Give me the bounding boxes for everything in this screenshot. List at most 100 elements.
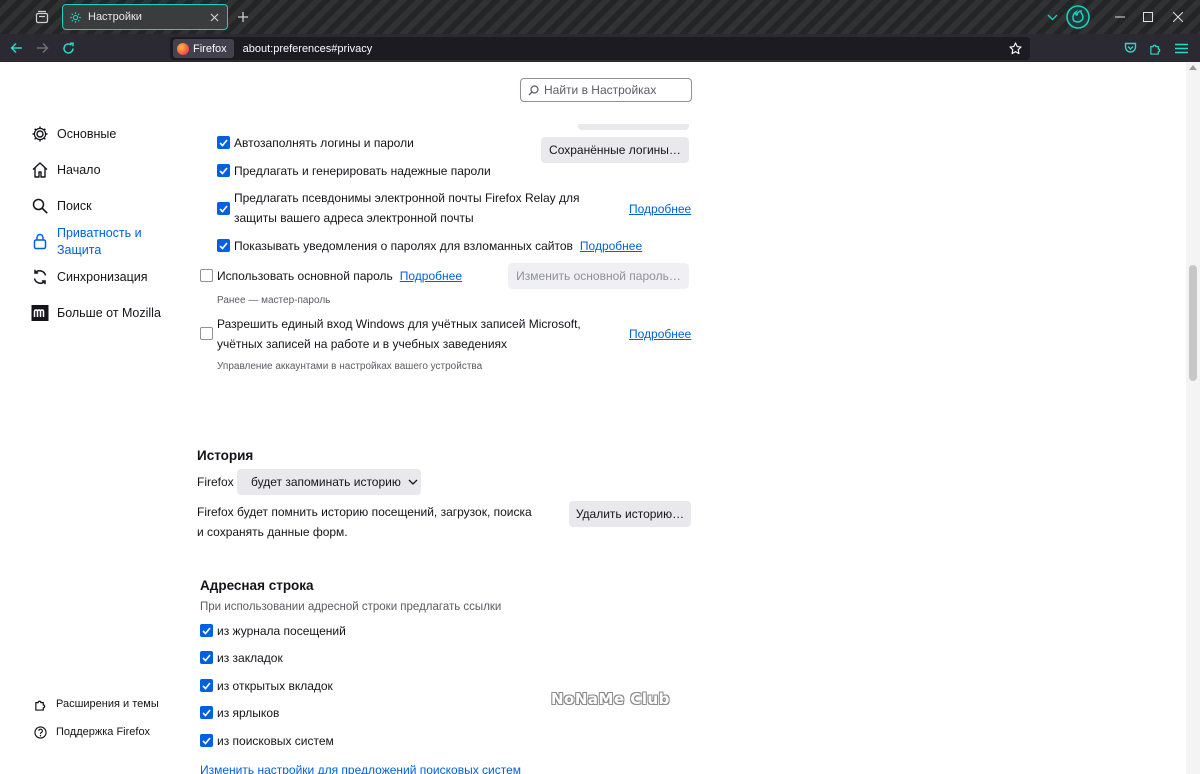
sidebar-item-label: Приватность и Защита bbox=[57, 226, 142, 257]
preferences-page: Основные Начало Поиск Приватность и Защи… bbox=[0, 62, 1186, 774]
suggest-history-option[interactable]: из журнала посещений bbox=[200, 621, 346, 641]
search-icon bbox=[527, 84, 539, 96]
window-close-icon[interactable] bbox=[1164, 6, 1192, 28]
scrollbar-thumb[interactable] bbox=[1189, 265, 1197, 381]
chevron-down-icon bbox=[408, 479, 418, 485]
firefox-account-icon[interactable] bbox=[1064, 3, 1092, 31]
suggest-passwords-option[interactable]: Предлагать и генерировать надежные парол… bbox=[217, 161, 491, 181]
sidebar-item-more-from-mozilla[interactable]: Больше от Mozilla bbox=[30, 303, 161, 323]
site-identity-button[interactable]: Firefox bbox=[173, 39, 234, 58]
home-icon bbox=[30, 160, 50, 180]
gear-icon bbox=[30, 124, 50, 144]
suggest-shortcuts-option[interactable]: из ярлыков bbox=[200, 703, 279, 723]
history-mode-dropdown[interactable]: будет запоминать историю bbox=[237, 469, 421, 495]
forward-arrow-icon[interactable] bbox=[30, 37, 54, 59]
sidebar-link-extensions-themes[interactable]: Расширения и темы bbox=[33, 697, 159, 711]
checkbox-checked[interactable] bbox=[217, 164, 230, 177]
sidebar-item-label: Начало bbox=[57, 163, 101, 177]
history-prefix: Firefox bbox=[197, 475, 234, 489]
watermark-logo: NoNaMe Club bbox=[551, 690, 670, 708]
windows-sso-option[interactable]: Разрешить единый вход Windows для учётны… bbox=[200, 314, 612, 354]
extensions-puzzle-icon[interactable] bbox=[1143, 37, 1167, 59]
checkbox-checked[interactable] bbox=[200, 679, 213, 692]
reload-icon[interactable] bbox=[56, 37, 80, 59]
checkbox-unchecked[interactable] bbox=[200, 327, 213, 340]
suggest-search-engines-option[interactable]: из поисковых систем bbox=[200, 731, 334, 751]
option-label: из закладок bbox=[217, 651, 283, 665]
option-label: Разрешить единый вход Windows для учётны… bbox=[217, 317, 581, 351]
puzzle-icon bbox=[33, 697, 47, 711]
identity-label: Firefox bbox=[193, 42, 227, 55]
search-suggestions-settings-link[interactable]: Изменить настройки для предложений поиск… bbox=[200, 763, 521, 774]
relay-masks-option[interactable]: Предлагать псевдонимы электронной почты … bbox=[217, 188, 611, 228]
clear-history-button[interactable]: Удалить историю… bbox=[569, 501, 691, 527]
checkbox-checked[interactable] bbox=[200, 706, 213, 719]
sidebar-link-firefox-support[interactable]: Поддержка Firefox bbox=[33, 725, 150, 739]
firefox-view-icon[interactable] bbox=[30, 6, 54, 28]
bookmark-star-icon[interactable] bbox=[1004, 39, 1026, 58]
back-arrow-icon[interactable] bbox=[4, 37, 28, 59]
sidebar-footer-label: Поддержка Firefox bbox=[56, 726, 151, 738]
sidebar-item-label: Больше от Mozilla bbox=[57, 306, 161, 320]
saved-logins-button[interactable]: Сохранённые логины… bbox=[541, 137, 689, 163]
option-label: Предлагать и генерировать надежные парол… bbox=[234, 164, 491, 178]
sidebar-item-general[interactable]: Основные bbox=[30, 124, 116, 144]
sidebar-item-search[interactable]: Поиск bbox=[30, 196, 92, 216]
option-label: Использовать основной пароль bbox=[217, 269, 393, 283]
chevron-down-icon[interactable] bbox=[1042, 6, 1062, 28]
search-input[interactable] bbox=[544, 83, 684, 97]
learn-more-link[interactable]: Подробнее bbox=[629, 202, 691, 216]
sidebar-item-privacy[interactable]: Приватность и Защита bbox=[30, 223, 157, 259]
gear-icon bbox=[69, 11, 82, 24]
checkbox-checked[interactable] bbox=[200, 624, 213, 637]
scroll-up-arrow-icon[interactable] bbox=[1189, 65, 1197, 70]
option-label: Предлагать псевдонимы электронной почты … bbox=[234, 191, 580, 225]
address-bar-subtitle: При использовании адресной строки предла… bbox=[200, 601, 502, 613]
learn-more-link[interactable]: Подробнее bbox=[400, 266, 462, 286]
change-primary-password-button[interactable]: Изменить основной пароль… bbox=[508, 263, 689, 289]
lock-icon bbox=[30, 231, 50, 251]
option-label: из журнала посещений bbox=[217, 624, 346, 638]
checkbox-unchecked[interactable] bbox=[200, 269, 213, 282]
learn-more-link[interactable]: Подробнее bbox=[629, 327, 691, 341]
option-label: из поисковых систем bbox=[217, 734, 334, 748]
url-bar[interactable]: Firefox about:preferences#privacy bbox=[170, 37, 1030, 60]
checkbox-checked[interactable] bbox=[217, 239, 230, 252]
checkbox-checked[interactable] bbox=[200, 734, 213, 747]
page-scrollbar[interactable] bbox=[1186, 62, 1200, 774]
checkbox-checked[interactable] bbox=[217, 136, 230, 149]
plus-icon bbox=[238, 12, 248, 22]
sync-icon bbox=[30, 267, 50, 287]
learn-more-link[interactable]: Подробнее bbox=[580, 236, 642, 256]
history-mode-value: будет запоминать историю bbox=[251, 475, 401, 489]
option-label: Автозаполнять логины и пароли bbox=[234, 136, 414, 150]
hamburger-menu-icon[interactable] bbox=[1169, 37, 1193, 59]
tab-title: Настройки bbox=[88, 11, 142, 23]
mozilla-icon bbox=[30, 303, 50, 323]
maximize-icon[interactable] bbox=[1134, 6, 1162, 28]
sidebar-item-label: Поиск bbox=[57, 199, 92, 213]
option-label: Показывать уведомления о паролях для взл… bbox=[234, 239, 573, 253]
sidebar-item-label: Основные bbox=[57, 127, 117, 141]
new-tab-button[interactable] bbox=[232, 6, 254, 28]
sidebar-item-sync[interactable]: Синхронизация bbox=[30, 267, 148, 287]
minimize-icon[interactable] bbox=[1106, 6, 1134, 28]
tab-settings[interactable]: Настройки bbox=[62, 4, 228, 30]
suggest-bookmarks-option[interactable]: из закладок bbox=[200, 648, 283, 668]
close-icon[interactable] bbox=[205, 8, 223, 26]
firefox-logo-icon bbox=[177, 42, 189, 55]
history-heading: История bbox=[197, 448, 254, 463]
sidebar-item-home[interactable]: Начало bbox=[30, 160, 101, 180]
settings-search-field[interactable] bbox=[520, 78, 692, 102]
autofill-logins-option[interactable]: Автозаполнять логины и пароли bbox=[217, 133, 414, 153]
pocket-icon[interactable] bbox=[1118, 37, 1142, 59]
history-description: Firefox будет помнить историю посещений,… bbox=[197, 505, 532, 539]
primary-password-option[interactable]: Использовать основной пароль Подробнее bbox=[200, 266, 462, 286]
checkbox-checked[interactable] bbox=[217, 202, 230, 215]
url-text[interactable]: about:preferences#privacy bbox=[243, 43, 1004, 55]
address-bar-heading: Адресная строка bbox=[200, 578, 314, 593]
breach-alerts-option[interactable]: Показывать уведомления о паролях для взл… bbox=[217, 236, 642, 256]
suggest-open-tabs-option[interactable]: из открытых вкладок bbox=[200, 676, 333, 696]
navigation-toolbar: Firefox about:preferences#privacy bbox=[0, 34, 1200, 62]
checkbox-checked[interactable] bbox=[200, 651, 213, 664]
